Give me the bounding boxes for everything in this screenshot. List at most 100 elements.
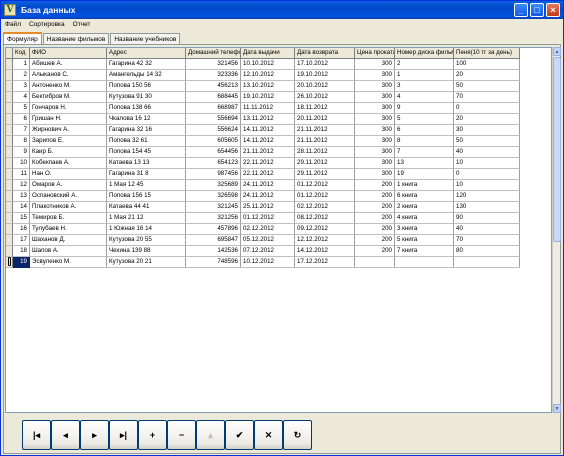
table-cell[interactable]: 21.11.2012 — [241, 147, 295, 158]
table-cell[interactable]: 13 — [13, 191, 30, 202]
table-cell[interactable]: Тулубаев Н. — [30, 224, 107, 235]
table-cell[interactable]: 0 — [454, 103, 520, 114]
tab-textbooks[interactable]: Название учебников — [110, 33, 181, 44]
scroll-thumb[interactable] — [553, 57, 561, 242]
data-grid[interactable]: Код ФИО Адрес Домашний телефон Дата выдачи Да… — [5, 47, 552, 413]
table-cell[interactable]: 200 — [355, 224, 395, 235]
table-cell[interactable]: 654456 — [186, 147, 241, 158]
table-cell[interactable]: Попова 154 45 — [107, 147, 186, 158]
table-cell[interactable]: 02.12.2012 — [295, 202, 355, 213]
table-cell[interactable]: 01.12.2012 — [295, 191, 355, 202]
table-cell[interactable]: 22.11.2012 — [241, 169, 295, 180]
scroll-down-arrow[interactable]: ▼ — [553, 404, 561, 413]
table-row[interactable]: 5 Гончаров Н. Попова 138 66 668987 11.11.201… — [6, 103, 520, 114]
table-cell[interactable]: 556694 — [186, 114, 241, 125]
table-cell[interactable]: 01.12.2012 — [241, 213, 295, 224]
column-header[interactable]: Код — [13, 48, 30, 59]
table-cell[interactable]: 300 — [355, 92, 395, 103]
table-cell[interactable]: Антоненко М. — [30, 81, 107, 92]
table-cell[interactable]: 1 Южная 16 14 — [107, 224, 186, 235]
menu-sort[interactable]: Сортировка — [25, 21, 69, 28]
menu-report[interactable]: Отчет — [69, 21, 95, 28]
table-cell[interactable]: Оспановский А. — [30, 191, 107, 202]
table-cell[interactable]: 6 — [395, 125, 454, 136]
table-cell[interactable]: 05.12.2012 — [241, 235, 295, 246]
table-cell[interactable]: 14.11.2012 — [241, 125, 295, 136]
table-cell[interactable]: 12.10.2012 — [241, 70, 295, 81]
row-indicator[interactable] — [6, 136, 13, 147]
table-cell[interactable]: 17 — [13, 235, 30, 246]
scroll-up-arrow[interactable]: ▲ — [553, 47, 561, 56]
table-cell[interactable]: 70 — [454, 235, 520, 246]
table-row[interactable]: 2 Алыканов С. Амангельды 14 32 323336 12.10.… — [6, 70, 520, 81]
table-cell[interactable]: Кутузова 91 30 — [107, 92, 186, 103]
table-cell[interactable]: 20.11.2012 — [295, 114, 355, 125]
table-cell[interactable]: 130 — [454, 202, 520, 213]
column-header[interactable]: Цена проката — [355, 48, 395, 59]
row-indicator[interactable] — [6, 224, 13, 235]
table-cell[interactable]: 0 — [454, 169, 520, 180]
post-edit-button[interactable]: ✔ — [225, 420, 254, 450]
table-cell[interactable]: 80 — [454, 246, 520, 257]
table-cell[interactable]: 1 — [395, 70, 454, 81]
table-row[interactable]: 3 Антоненко М. Попова 150 56 456213 13.10.20… — [6, 81, 520, 92]
table-cell[interactable]: 18.11.2012 — [295, 103, 355, 114]
table-cell[interactable]: 14.11.2012 — [241, 136, 295, 147]
table-cell[interactable]: 321456 — [186, 59, 241, 70]
table-cell[interactable]: 7 — [395, 147, 454, 158]
vertical-scrollbar[interactable]: ▲ ▼ — [552, 47, 561, 413]
table-cell[interactable]: Катаева 13 13 — [107, 158, 186, 169]
table-cell[interactable]: 19.10.2012 — [241, 92, 295, 103]
table-cell[interactable]: 6 книга — [395, 191, 454, 202]
table-cell[interactable]: Эсвуленко М. — [30, 257, 107, 268]
table-cell[interactable]: Попова 156 15 — [107, 191, 186, 202]
table-cell[interactable]: 200 — [355, 246, 395, 257]
table-cell[interactable]: 21.11.2012 — [295, 136, 355, 147]
table-cell[interactable]: Гагарина 31 8 — [107, 169, 186, 180]
row-indicator[interactable] — [6, 169, 13, 180]
table-cell[interactable]: 2 — [395, 59, 454, 70]
table-cell[interactable]: 456213 — [186, 81, 241, 92]
table-cell[interactable] — [454, 257, 520, 268]
row-indicator[interactable] — [6, 81, 13, 92]
table-cell[interactable]: 5 — [395, 114, 454, 125]
table-cell[interactable]: Амангельды 14 32 — [107, 70, 186, 81]
table-cell[interactable]: 5 книга — [395, 235, 454, 246]
table-row[interactable]: 12 Омаров А. 1 Мая 12 45 325689 24.11.2012 01… — [6, 180, 520, 191]
row-indicator[interactable] — [6, 191, 13, 202]
row-indicator[interactable] — [6, 92, 13, 103]
table-cell[interactable]: 07.12.2012 — [241, 246, 295, 257]
table-cell[interactable]: 2 — [13, 70, 30, 81]
table-cell[interactable]: Жирнович А. — [30, 125, 107, 136]
table-cell[interactable]: 457896 — [186, 224, 241, 235]
table-cell[interactable]: 3 книга — [395, 224, 454, 235]
table-cell[interactable]: Алыканов С. — [30, 70, 107, 81]
table-cell[interactable]: Каир Б. — [30, 147, 107, 158]
table-cell[interactable]: Гагарина 42 32 — [107, 59, 186, 70]
table-row[interactable]: 13 Оспановский А. Попова 156 15 326598 24.11… — [6, 191, 520, 202]
row-indicator[interactable] — [6, 257, 13, 268]
table-cell[interactable]: Чкалова 16 12 — [107, 114, 186, 125]
table-row[interactable]: 15 Темиров Б. 1 Мая 21 12 321256 01.12.2012 0… — [6, 213, 520, 224]
table-cell[interactable]: Зарипов Е. — [30, 136, 107, 147]
column-header[interactable]: Номер диска фильма — [395, 48, 454, 59]
table-row[interactable]: 6 Гришан Н. Чкалова 16 12 556694 13.11.2012 2… — [6, 114, 520, 125]
table-cell[interactable]: 14 — [13, 202, 30, 213]
column-header[interactable]: ФИО — [30, 48, 107, 59]
table-cell[interactable]: 13 — [395, 158, 454, 169]
table-cell[interactable]: 24.11.2012 — [241, 191, 295, 202]
table-cell[interactable]: 321256 — [186, 213, 241, 224]
table-cell[interactable]: 16 — [13, 224, 30, 235]
prior-record-button[interactable]: ◂ — [51, 420, 80, 450]
table-cell[interactable]: Чехина 139 88 — [107, 246, 186, 257]
table-cell[interactable]: 15 — [13, 213, 30, 224]
table-cell[interactable]: 300 — [355, 70, 395, 81]
table-cell[interactable]: 1 Мая 12 45 — [107, 180, 186, 191]
table-cell[interactable]: 11.11.2012 — [241, 103, 295, 114]
row-indicator[interactable] — [6, 114, 13, 125]
row-indicator[interactable] — [6, 125, 13, 136]
table-cell[interactable]: 605605 — [186, 136, 241, 147]
table-cell[interactable]: 300 — [355, 158, 395, 169]
table-cell[interactable]: 556624 — [186, 125, 241, 136]
table-cell[interactable]: Гагарина 32 16 — [107, 125, 186, 136]
